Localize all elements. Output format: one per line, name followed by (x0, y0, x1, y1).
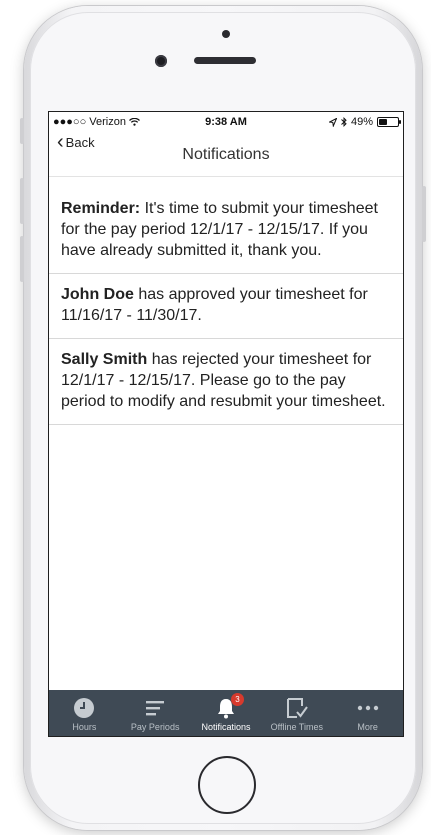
battery-icon (377, 117, 401, 127)
notification-heading: John Doe (61, 286, 134, 303)
tab-notifications[interactable]: 3 Notifications (191, 690, 262, 736)
tab-label: More (357, 722, 378, 732)
notification-item[interactable]: Reminder: It's time to submit your times… (49, 176, 403, 274)
sensor-dot (222, 30, 230, 38)
battery-percent: 49% (350, 116, 373, 128)
clock-icon (73, 696, 95, 720)
tab-hours[interactable]: Hours (49, 690, 120, 736)
list-icon (145, 696, 165, 720)
more-dots-icon (357, 696, 379, 720)
front-camera (155, 55, 167, 67)
notification-item[interactable]: Sally Smith has rejected your timesheet … (49, 339, 403, 425)
tab-pay-periods[interactable]: Pay Periods (120, 690, 191, 736)
tab-offline-times[interactable]: Offline Times (261, 690, 332, 736)
status-bar: ●●●○○ Verizon 9:38 AM 49% (49, 112, 403, 132)
power-button (422, 186, 426, 242)
mute-switch (20, 118, 24, 144)
tab-label: Offline Times (270, 722, 323, 732)
location-arrow-icon (328, 117, 337, 127)
tab-bar: Hours Pay Periods 3 Notifications Offlin… (49, 690, 403, 736)
home-button[interactable] (198, 756, 256, 814)
notification-heading: Sally Smith (61, 351, 148, 368)
notification-item[interactable]: John Doe has approved your timesheet for… (49, 274, 403, 339)
status-right: 49% (328, 116, 401, 128)
tab-label: Pay Periods (130, 722, 180, 732)
notification-count-badge: 3 (230, 693, 244, 706)
volume-up-button (20, 178, 24, 224)
tab-label: Notifications (201, 722, 251, 732)
bluetooth-icon (341, 117, 347, 127)
app-screen: ●●●○○ Verizon 9:38 AM 49% ‹ Back Notific… (48, 111, 404, 737)
notification-heading: Reminder: (61, 200, 141, 217)
volume-down-button (20, 236, 24, 282)
bell-icon: 3 (216, 693, 244, 720)
page-title: Notifications (182, 146, 270, 163)
navigation-bar: ‹ Back Notifications (49, 132, 403, 177)
battery-fill (379, 119, 387, 125)
tab-more[interactable]: More (332, 690, 403, 736)
offline-checkbox-icon (285, 696, 309, 720)
tab-label: Hours (72, 722, 97, 732)
earpiece-speaker (194, 57, 256, 64)
notification-list: Reminder: It's time to submit your times… (49, 176, 403, 425)
